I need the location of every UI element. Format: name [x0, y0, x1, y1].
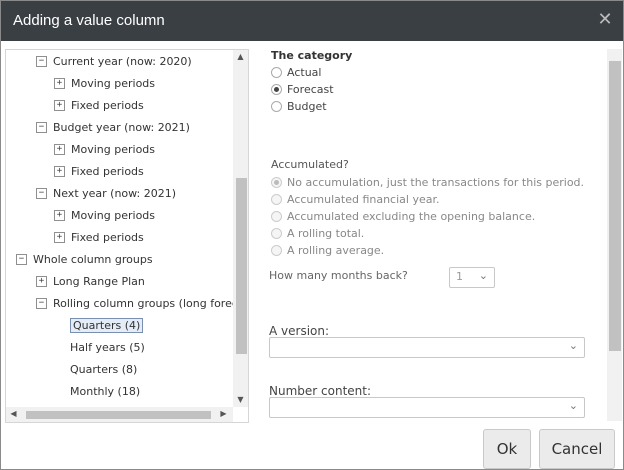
scroll-right-icon[interactable]: ▶ [216, 409, 231, 418]
radio-option[interactable]: A rolling total. [271, 225, 364, 242]
radio-label: No accumulation, just the transactions f… [287, 176, 585, 189]
collapse-icon[interactable]: − [36, 187, 47, 199]
tree-item-label: Quarters (8) [70, 363, 138, 376]
radio-label: Budget [287, 100, 327, 113]
scroll-left-icon[interactable]: ◀ [6, 409, 21, 418]
tree-item[interactable]: + Moving periods [54, 141, 155, 159]
expand-icon[interactable]: + [54, 143, 65, 155]
radio-option[interactable]: Budget [271, 98, 327, 115]
close-icon[interactable]: ✕ [597, 11, 613, 29]
radio-option[interactable]: A rolling average. [271, 242, 384, 259]
collapse-icon[interactable]: − [36, 55, 47, 67]
tree-item[interactable]: − Current year (now: 2020) [36, 53, 192, 71]
tree-item-label: Fixed periods [71, 99, 144, 112]
tree-item[interactable]: + Fixed periods [54, 97, 144, 115]
tree-item-label: Budget year (now: 2021) [53, 121, 190, 134]
cancel-button[interactable]: Cancel [539, 429, 615, 469]
radio-button[interactable] [271, 244, 282, 256]
radio-button[interactable] [271, 210, 282, 222]
radio-button[interactable] [271, 100, 282, 112]
tree-item-label: Half years (5) [70, 341, 145, 354]
months-back-label: How many months back? [269, 269, 408, 282]
tree-scroll-thumb[interactable] [236, 178, 247, 354]
radio-label: A rolling total. [287, 227, 365, 240]
scroll-down-icon[interactable]: ▼ [233, 395, 248, 404]
expand-icon[interactable]: + [54, 231, 65, 243]
radio-label: Actual [287, 66, 322, 79]
tree-item-label: Rolling column groups (long forecast) [53, 297, 249, 310]
expand-icon[interactable]: + [54, 99, 65, 111]
scroll-up-icon[interactable]: ▲ [233, 52, 248, 61]
tree-item[interactable]: − Whole column groups [16, 251, 153, 269]
tree-item-label: Moving periods [71, 209, 156, 222]
expand-icon[interactable]: + [36, 275, 47, 287]
tree-item[interactable]: + Moving periods [54, 207, 155, 225]
tree-item[interactable]: Monthly (18) [70, 383, 140, 401]
column-tree: − Current year (now: 2020) + Moving periods… [5, 49, 249, 423]
tree-item[interactable]: Half years (5) [70, 339, 145, 357]
radio-option[interactable]: No accumulation, just the transactions f… [271, 174, 584, 191]
tree-item[interactable]: Quarters (4) [70, 317, 144, 335]
number-content-select[interactable]: ⌄ [269, 397, 585, 418]
tree-hscroll-thumb[interactable] [26, 411, 211, 419]
radio-option[interactable]: Actual [271, 64, 321, 81]
tree-vertical-scrollbar[interactable]: ▲ ▼ [233, 50, 248, 407]
dialog: Adding a value column ✕ − Current year (n… [0, 0, 624, 470]
tree-item-label: Long Range Plan [53, 275, 145, 288]
ok-button[interactable]: Ok [483, 429, 531, 469]
chevron-down-icon: ⌄ [568, 399, 578, 412]
tree-item-label: Whole column groups [33, 253, 153, 266]
tree-item-label: Moving periods [71, 77, 156, 90]
radio-button[interactable] [271, 66, 282, 78]
tree-item-label: Quarters (4) [70, 318, 144, 333]
collapse-icon[interactable]: − [36, 297, 47, 309]
tree-item-label: Monthly (18) [70, 385, 141, 398]
tree-item[interactable]: − Budget year (now: 2021) [36, 119, 190, 137]
chevron-down-icon: ⌄ [478, 269, 488, 282]
settings-scroll-thumb[interactable] [609, 61, 621, 351]
tree-item-label: Fixed periods [71, 165, 144, 178]
category-label: The category [271, 49, 353, 62]
radio-button[interactable] [271, 227, 282, 239]
tree-item-label: Fixed periods [71, 231, 144, 244]
radio-label: Forecast [287, 83, 334, 96]
settings-vertical-scrollbar[interactable] [607, 49, 622, 421]
tree-item[interactable]: Quarters (8) [70, 361, 137, 379]
radio-option[interactable]: Accumulated financial year. [271, 191, 439, 208]
number-content-label: Number content: [269, 384, 372, 398]
settings-panel: The category Actual Forecast Budget Accumu… [261, 41, 607, 421]
radio-label: Accumulated excluding the opening balanc… [287, 210, 536, 223]
radio-button[interactable] [271, 176, 282, 188]
expand-icon[interactable]: + [54, 209, 65, 221]
version-label: A version: [269, 324, 330, 338]
radio-button[interactable] [271, 83, 282, 95]
tree-item[interactable]: − Next year (now: 2021) [36, 185, 176, 203]
tree-item[interactable]: + Fixed periods [54, 163, 144, 181]
tree-item-label: Moving periods [71, 143, 156, 156]
dialog-titlebar: Adding a value column ✕ [1, 1, 623, 41]
tree-horizontal-scrollbar[interactable]: ◀ ▶ [6, 407, 233, 422]
tree-item-label: Current year (now: 2020) [53, 55, 192, 68]
collapse-icon[interactable]: − [16, 253, 27, 265]
collapse-icon[interactable]: − [36, 121, 47, 133]
radio-label: Accumulated financial year. [287, 193, 440, 206]
dialog-title: Adding a value column [13, 12, 165, 29]
version-select[interactable]: ⌄ [269, 337, 585, 358]
tree-item[interactable]: + Fixed periods [54, 229, 144, 247]
tree-item[interactable]: − Rolling column groups (long forecast) [36, 295, 249, 313]
months-back-value: 1 [456, 270, 463, 283]
radio-option[interactable]: Forecast [271, 81, 334, 98]
expand-icon[interactable]: + [54, 165, 65, 177]
months-back-select[interactable]: 1 ⌄ [449, 267, 495, 288]
chevron-down-icon: ⌄ [568, 339, 578, 352]
radio-option[interactable]: Accumulated excluding the opening balanc… [271, 208, 535, 225]
tree-item-label: Next year (now: 2021) [53, 187, 177, 200]
radio-button[interactable] [271, 193, 282, 205]
expand-icon[interactable]: + [54, 77, 65, 89]
tree-item[interactable]: + Moving periods [54, 75, 155, 93]
radio-label: A rolling average. [287, 244, 385, 257]
tree-item[interactable]: + Long Range Plan [36, 273, 145, 291]
accumulated-label: Accumulated? [271, 158, 349, 171]
